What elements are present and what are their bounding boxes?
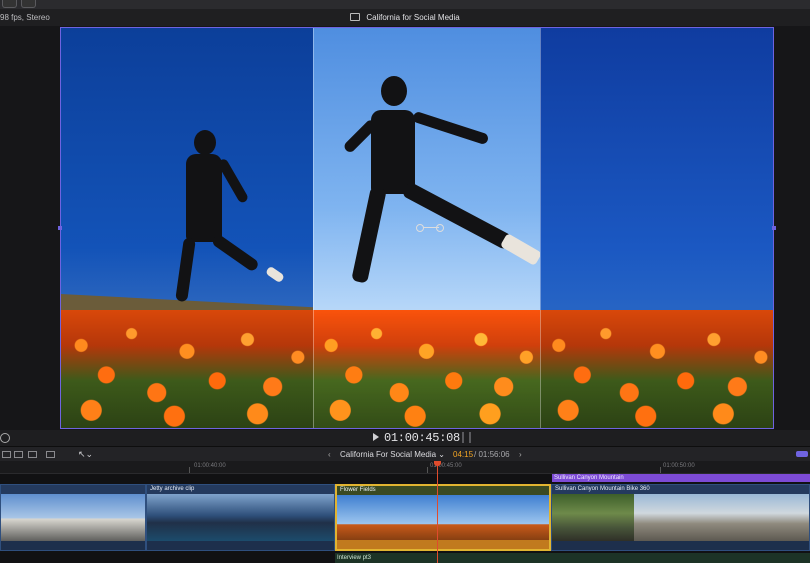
undo-button[interactable] — [2, 0, 17, 8]
timeline-header: ↖⌄ ‹ California For Social Media ⌄ 04:15… — [0, 446, 810, 462]
project-title: California for Social Media — [0, 9, 810, 26]
poppy-field — [61, 310, 313, 428]
timeline-ruler[interactable]: 01:00:40:00 01:00:45:00 01:00:50:00 — [0, 461, 810, 474]
panel-divider — [313, 28, 314, 428]
video-panel-right — [540, 28, 773, 428]
transform-anchor-control[interactable] — [416, 224, 446, 234]
crop-handle-left[interactable] — [58, 226, 62, 230]
arrow-tool-icon[interactable]: ↖⌄ — [78, 447, 93, 462]
poppy-field — [540, 310, 773, 428]
viewer[interactable] — [0, 26, 810, 430]
ruler-tick — [427, 467, 428, 473]
timeline-clip-flower-fields[interactable]: Flower Fields — [335, 484, 551, 551]
ruler-label: 01:00:50:00 — [663, 463, 695, 469]
timeline-clip-sullivan-bike[interactable]: Sullivan Canyon Mountain Bike 360 — [551, 484, 810, 551]
timecode-display: 01:00:45:08 — [384, 431, 460, 445]
play-icon[interactable] — [373, 433, 379, 441]
ruler-tick — [660, 467, 661, 473]
edit-overwrite-icon[interactable] — [46, 451, 55, 458]
film-icon — [350, 13, 361, 21]
redo-button[interactable] — [21, 0, 36, 8]
audio-clip[interactable]: Interview pt3 — [335, 553, 810, 563]
timeline-back-button[interactable]: ‹ — [328, 447, 331, 462]
panel-divider — [540, 28, 541, 428]
ruler-tick — [189, 467, 190, 473]
edit-append-icon[interactable] — [28, 451, 37, 458]
video-frame[interactable] — [60, 27, 774, 429]
timeline-clip-beach[interactable] — [0, 484, 146, 551]
timeline-total-duration: / 01:56:06 — [474, 450, 510, 459]
project-title-text: California for Social Media — [366, 13, 460, 22]
playhead[interactable] — [437, 461, 438, 563]
clip-label: Jetty archive clip — [150, 486, 195, 492]
connected-clip[interactable]: Sullivan Canyon Mountain — [552, 474, 810, 482]
ruler-label: 01:00:40:00 — [194, 463, 226, 469]
rotation-handle[interactable] — [436, 224, 444, 232]
playback-bar: 01:00:45:08 — [0, 430, 810, 446]
timecode-overlay-icon — [462, 432, 471, 443]
timeline-clip-jetty[interactable]: Jetty archive clip — [146, 484, 335, 551]
timeline-project-menu[interactable]: California For Social Media ⌄ — [340, 447, 445, 462]
timeline-forward-button[interactable]: › — [519, 447, 522, 462]
view-options-icon[interactable] — [0, 433, 10, 443]
video-panel-left — [61, 28, 313, 428]
timeline-current-time: 04:15 — [453, 450, 474, 459]
anchor-point-handle[interactable] — [416, 224, 424, 232]
viewer-info-bar: 98 fps, Stereo California for Social Med… — [0, 9, 810, 26]
edit-connect-icon[interactable] — [2, 451, 11, 458]
edit-insert-icon[interactable] — [14, 451, 23, 458]
playhead-handle[interactable] — [434, 461, 441, 466]
crop-handle-right[interactable] — [772, 226, 776, 230]
clip-label: Flower Fields — [340, 487, 376, 493]
poppy-field — [313, 310, 540, 428]
snapping-icon[interactable] — [796, 451, 808, 457]
clip-label: Sullivan Canyon Mountain Bike 360 — [555, 486, 650, 492]
